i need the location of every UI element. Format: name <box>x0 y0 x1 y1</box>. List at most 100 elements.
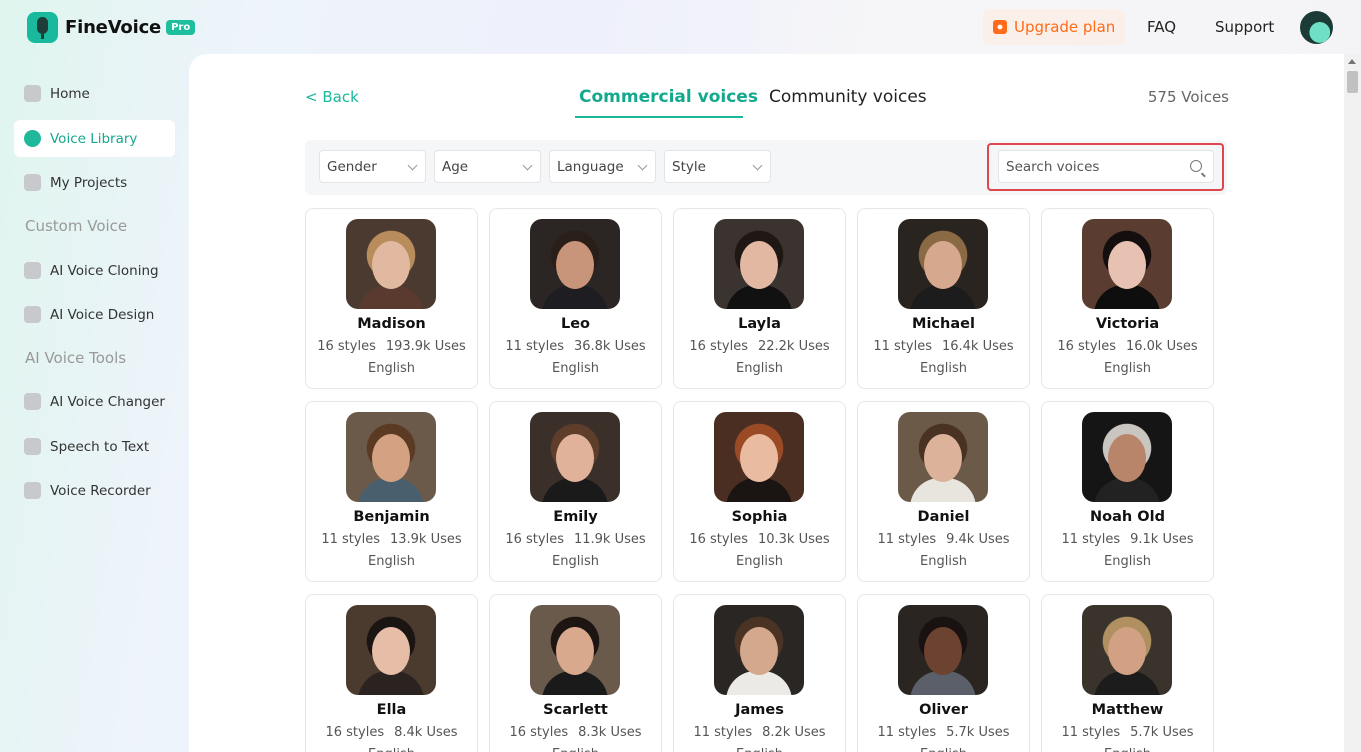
voice-stats: 16 styles 10.3k Uses <box>674 532 845 547</box>
voice-stats: 11 styles 16.4k Uses <box>858 339 1029 354</box>
voice-uses: 8.2k Uses <box>762 725 826 740</box>
tab-community-voices[interactable]: Community voices <box>769 87 927 107</box>
voice-stats: 16 styles 16.0k Uses <box>1042 339 1213 354</box>
search-icon[interactable] <box>1190 160 1202 172</box>
section-title-custom-voice: Custom Voice <box>25 217 128 235</box>
sidebar-item-ai-voice-design[interactable]: AI Voice Design <box>14 296 175 333</box>
voice-stats: 11 styles 9.4k Uses <box>858 532 1029 547</box>
voice-portrait <box>1082 219 1172 309</box>
scrollbar-thumb[interactable] <box>1347 71 1358 93</box>
voice-styles: 11 styles <box>693 725 753 740</box>
portrait-face <box>924 434 962 482</box>
voice-card[interactable]: Madison 16 styles 193.9k Uses English <box>305 208 478 389</box>
upgrade-plan-button[interactable]: Upgrade plan <box>983 9 1126 45</box>
voice-language: English <box>674 747 845 752</box>
voice-card[interactable]: Daniel 11 styles 9.4k Uses English <box>857 401 1030 582</box>
section-title-ai-voice-tools: AI Voice Tools <box>25 349 127 367</box>
voice-name: Victoria <box>1095 316 1160 332</box>
voice-card[interactable]: Ella 16 styles 8.4k Uses English <box>305 594 478 752</box>
voice-portrait <box>714 219 804 309</box>
voice-uses: 22.2k Uses <box>757 339 830 354</box>
gender-select[interactable]: Gender <box>319 150 426 183</box>
voice-stats: 16 styles 22.2k Uses <box>674 339 845 354</box>
sidebar-item-voice-recorder[interactable]: Voice Recorder <box>14 472 175 509</box>
voice-language: English <box>1104 554 1151 569</box>
voice-card[interactable]: Layla 16 styles 22.2k Uses English <box>673 208 846 389</box>
microphone-icon <box>24 393 41 410</box>
voice-stats: 16 styles 8.4k Uses <box>306 725 477 740</box>
voice-name: Noah Old <box>1090 509 1165 525</box>
voice-uses: 13.9k Uses <box>389 532 462 547</box>
voice-portrait <box>346 605 436 695</box>
voice-card[interactable]: James 11 styles 8.2k Uses English <box>673 594 846 752</box>
voice-name: Ella <box>376 702 407 718</box>
voice-language: English <box>1104 361 1151 376</box>
style-select[interactable]: Style <box>664 150 771 183</box>
user-avatar[interactable] <box>1300 11 1333 44</box>
sidebar-item-my-projects[interactable]: My Projects <box>14 164 175 201</box>
voice-card[interactable]: Emily 16 styles 11.9k Uses English <box>489 401 662 582</box>
voice-language: English <box>858 747 1029 752</box>
voice-stats: 16 styles 8.3k Uses <box>490 725 661 740</box>
voice-card[interactable]: Noah Old 11 styles 9.1k Uses English <box>1041 401 1214 582</box>
sidebar-item-ai-voice-cloning[interactable]: AI Voice Cloning <box>14 252 175 289</box>
voice-styles: 11 styles <box>873 339 932 354</box>
voice-stats: 16 styles 193.9k Uses <box>306 339 477 354</box>
voice-card[interactable]: Benjamin 11 styles 13.9k Uses English <box>305 401 478 582</box>
sidebar-item-label: My Projects <box>50 174 128 191</box>
top-bar: FineVoice Pro Upgrade plan FAQ Support <box>0 0 1361 54</box>
voice-count: 575 Voices <box>1147 88 1229 106</box>
sidebar-item-ai-voice-changer[interactable]: AI Voice Changer <box>14 383 175 420</box>
support-link[interactable]: Support <box>1215 18 1274 36</box>
voice-design-icon <box>24 306 41 323</box>
portrait-face <box>556 627 594 675</box>
pro-badge: Pro <box>166 20 196 35</box>
portrait-face <box>1108 627 1146 675</box>
voice-styles: 11 styles <box>505 339 564 354</box>
sidebar-item-voice-library[interactable]: Voice Library <box>14 120 175 157</box>
speech-to-text-icon <box>24 438 41 455</box>
main-panel: < Back Commercial voices Community voice… <box>189 54 1361 752</box>
voice-stats: 11 styles 5.7k Uses <box>1042 725 1213 740</box>
tab-commercial-voices[interactable]: Commercial voices <box>579 87 758 107</box>
portrait-face <box>1108 241 1146 289</box>
select-label: Style <box>672 158 706 175</box>
portrait-face <box>924 627 962 675</box>
voice-uses: 8.4k Uses <box>394 725 458 740</box>
voice-card[interactable]: Sophia 16 styles 10.3k Uses English <box>673 401 846 582</box>
voice-name: Oliver <box>919 702 968 718</box>
brand-name: FineVoice <box>65 17 162 38</box>
voice-card[interactable]: Michael 11 styles 16.4k Uses English <box>857 208 1030 389</box>
voice-name: Daniel <box>917 509 970 525</box>
sidebar-item-speech-to-text[interactable]: Speech to Text <box>14 428 175 465</box>
portrait-face <box>556 434 594 482</box>
chevron-down-icon <box>752 160 763 171</box>
age-select[interactable]: Age <box>434 150 541 183</box>
select-label: Age <box>442 158 469 175</box>
voice-language: English <box>552 554 599 569</box>
voice-name: Layla <box>738 316 781 332</box>
language-select[interactable]: Language <box>549 150 656 183</box>
voice-card[interactable]: Victoria 16 styles 16.0k Uses English <box>1041 208 1214 389</box>
voice-language: English <box>490 747 661 752</box>
back-link[interactable]: < Back <box>305 88 359 106</box>
voice-styles: 11 styles <box>1061 725 1121 740</box>
page-scrollbar[interactable] <box>1344 54 1361 752</box>
voice-uses: 5.7k Uses <box>946 725 1010 740</box>
voice-name: Scarlett <box>543 702 608 718</box>
brand-logo[interactable]: FineVoice Pro <box>27 12 196 43</box>
voice-uses: 9.1k Uses <box>1130 532 1194 547</box>
search-box[interactable] <box>998 150 1214 183</box>
scroll-up-arrow-icon[interactable] <box>1348 59 1356 64</box>
search-input[interactable] <box>1006 151 1181 182</box>
voice-card[interactable]: Oliver 11 styles 5.7k Uses English <box>857 594 1030 752</box>
home-icon <box>24 85 41 102</box>
voice-name: Benjamin <box>353 509 430 525</box>
voice-card[interactable]: Matthew 11 styles 5.7k Uses English <box>1041 594 1214 752</box>
faq-link[interactable]: FAQ <box>1147 18 1176 36</box>
sidebar-item-home[interactable]: Home <box>14 75 175 112</box>
voice-styles: 11 styles <box>877 532 937 547</box>
voice-card[interactable]: Scarlett 16 styles 8.3k Uses English <box>489 594 662 752</box>
sidebar-item-label: Speech to Text <box>50 438 150 455</box>
voice-card[interactable]: Leo 11 styles 36.8k Uses English <box>489 208 662 389</box>
